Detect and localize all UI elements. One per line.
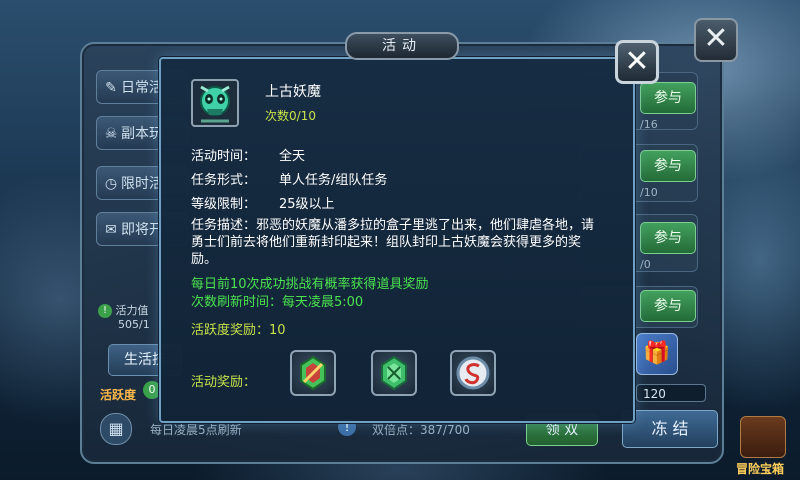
info-row-mode: 任务形式： 单人任务/组队任务 — [191, 169, 387, 188]
activity-count: /16 — [640, 118, 658, 131]
reward-item[interactable] — [450, 350, 496, 396]
window-close-button[interactable]: ✕ — [694, 18, 738, 62]
close-icon: ✕ — [624, 44, 650, 79]
attempt-count: 次数0/10 — [265, 109, 316, 123]
join-button[interactable]: 参与 — [640, 82, 696, 114]
activity-count: /10 — [640, 186, 658, 199]
info-label: 任务形式： — [191, 173, 257, 188]
info-row-time: 活动时间： 全天 — [191, 145, 305, 164]
join-button[interactable]: 参与 — [640, 222, 696, 254]
reward-chance-note: 每日前10次成功挑战有概率获得道具奖励 — [191, 277, 429, 292]
right-value: 120 — [636, 384, 706, 402]
side-tab-label: 限时活 — [121, 176, 163, 192]
quill-icon: ✎ — [105, 80, 117, 96]
grid-menu-button[interactable]: ▦ — [100, 413, 132, 445]
close-icon: ✕ — [703, 21, 729, 56]
vitality-value: 505/1 — [118, 318, 150, 331]
join-button[interactable]: 参与 — [640, 290, 696, 322]
daily-reset-text: 每日凌晨5点刷新 — [150, 423, 242, 437]
info-value: 全天 — [279, 149, 306, 164]
activity-detail-modal: 上古妖魔 次数0/10 活动时间： 全天 任务形式： 单人任务/组队任务 等级限… — [159, 57, 635, 423]
vitality-label: 活力值 — [115, 304, 149, 317]
side-tab-label: 日常活 — [121, 80, 163, 96]
activity-title: 上古妖魔 — [265, 84, 321, 100]
join-button[interactable]: 参与 — [640, 150, 696, 182]
reward-item[interactable] — [290, 350, 336, 396]
freeze-button[interactable]: 冻 结 — [622, 410, 718, 448]
vitality-reward: 活跃度奖励：10 — [191, 323, 286, 338]
info-icon: ! — [98, 304, 112, 318]
modal-close-button[interactable]: ✕ — [615, 40, 659, 84]
gift-box-icon[interactable]: 🎁 — [636, 333, 678, 375]
grid-icon: ▦ — [108, 419, 124, 438]
skull-icon: ☠ — [104, 126, 118, 142]
adventure-chest-label: 冒险宝箱 — [736, 462, 785, 476]
clock-icon: ◷ — [104, 176, 118, 192]
boss-icon-frame — [191, 79, 239, 127]
green-gem-icon — [381, 355, 407, 391]
side-tab-label: 副本玩 — [121, 126, 163, 142]
double-points-text: 双倍点：387/700 — [372, 423, 470, 437]
window-title: 活动 — [345, 32, 459, 60]
silver-swirl-coin-icon — [456, 356, 490, 390]
info-value: 25级以上 — [279, 197, 335, 212]
info-row-level: 等级限制： 25级以上 — [191, 193, 335, 212]
activity-count: /0 — [640, 258, 651, 271]
demon-skull-icon — [200, 85, 230, 123]
info-value: 单人任务/组队任务 — [279, 173, 388, 188]
refresh-time-note: 次数刷新时间：每天凌晨5:00 — [191, 295, 364, 310]
info-label: 等级限制： — [191, 197, 257, 212]
side-tab-label: 即将开 — [121, 222, 163, 238]
vitality-block: ! 活力值 505/1 — [98, 304, 150, 332]
reward-item[interactable] — [371, 350, 417, 396]
rewards-label: 活动奖励： — [191, 375, 257, 390]
info-label: 活动时间： — [191, 149, 257, 164]
scroll-icon: ✉ — [105, 222, 117, 238]
treasure-chest-icon[interactable] — [740, 416, 786, 458]
red-green-gem-icon — [300, 355, 326, 391]
activity-label: 活跃度 — [100, 388, 137, 402]
task-description: 任务描述：邪恶的妖魔从潘多拉的盒子里逃了出来，他们肆虐各地，请勇士们前去将他们重… — [191, 218, 595, 267]
